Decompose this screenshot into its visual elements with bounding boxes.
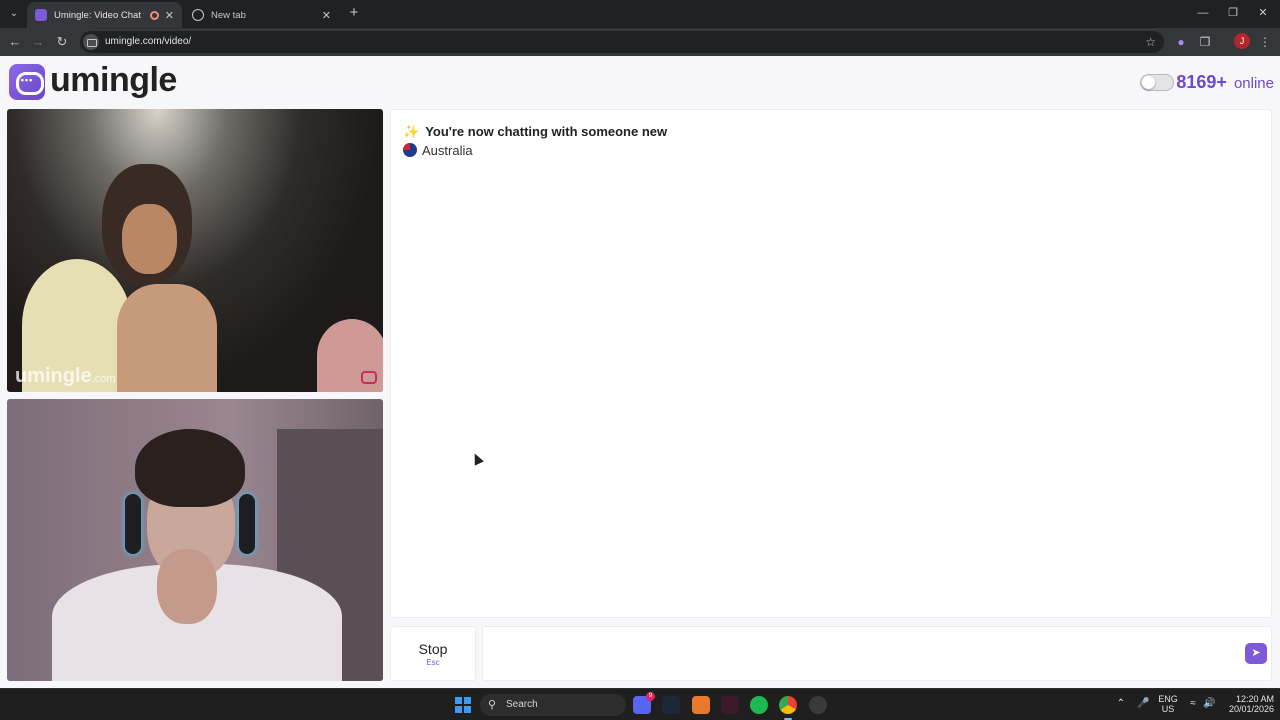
steam-icon[interactable] bbox=[662, 696, 680, 714]
recording-icon bbox=[149, 10, 159, 20]
clock-date: 20/01/2026 bbox=[1228, 704, 1274, 714]
language-code: ENG bbox=[1158, 694, 1178, 704]
restore-icon[interactable]: ❐ bbox=[1223, 4, 1243, 22]
tab-title: Umingle: Video Chat with S bbox=[54, 9, 144, 21]
video-watermark: umingle.com bbox=[15, 365, 116, 388]
wifi-icon[interactable]: ≈ bbox=[1187, 698, 1199, 712]
stranger-body bbox=[117, 284, 217, 392]
tab-search-icon[interactable]: ⌄ bbox=[5, 5, 23, 23]
system-message-text: You're now chatting with someone new bbox=[425, 124, 668, 139]
clock-time: 12:20 AM bbox=[1235, 694, 1274, 704]
extension-icon[interactable]: ● bbox=[1172, 33, 1190, 51]
minimize-icon[interactable]: — bbox=[1193, 4, 1213, 22]
extensions-puzzle-icon[interactable]: ❒ bbox=[1196, 33, 1214, 51]
back-icon[interactable]: ← bbox=[6, 33, 24, 51]
online-counter: 8169+ online bbox=[1176, 72, 1274, 93]
stop-shortcut-hint: Esc bbox=[426, 658, 440, 667]
forward-icon[interactable]: → bbox=[29, 33, 47, 51]
stop-button[interactable]: Stop Esc bbox=[390, 626, 476, 681]
menu-kebab-icon[interactable]: ⋮ bbox=[1256, 33, 1274, 51]
site-logo-text[interactable]: umingle bbox=[50, 61, 177, 100]
site-info-icon[interactable] bbox=[83, 34, 99, 50]
microphone-icon[interactable]: 🎤 bbox=[1137, 698, 1149, 712]
clock[interactable]: 12:20 AM 20/01/2026 bbox=[1222, 694, 1274, 716]
new-tab-button[interactable]: + bbox=[345, 4, 363, 22]
umingle-favicon-icon bbox=[35, 9, 47, 21]
country-name: Australia bbox=[422, 143, 473, 158]
report-flag-icon[interactable] bbox=[361, 371, 377, 384]
headphone-left bbox=[125, 494, 141, 554]
send-arrow-icon[interactable]: ➤ bbox=[1245, 643, 1267, 664]
message-input[interactable] bbox=[482, 626, 1272, 681]
self-video bbox=[7, 399, 383, 681]
online-label: online bbox=[1233, 75, 1274, 92]
language-indicator[interactable]: ENG US bbox=[1155, 694, 1181, 716]
reload-icon[interactable]: ↻ bbox=[53, 33, 71, 51]
taskbar-search-label: Search bbox=[506, 699, 538, 710]
address-bar[interactable]: umingle.com/video/ ☆ bbox=[80, 31, 1164, 53]
windows-start-icon[interactable] bbox=[455, 697, 471, 713]
app-orange-icon[interactable] bbox=[692, 696, 710, 714]
bookmark-star-icon[interactable]: ☆ bbox=[1145, 31, 1156, 53]
stranger-video: umingle.com bbox=[7, 109, 383, 392]
stop-label: Stop bbox=[418, 641, 448, 657]
self-hand bbox=[157, 549, 217, 624]
app-clock-icon[interactable] bbox=[809, 696, 827, 714]
browser-tab-bar: ⌄ Umingle: Video Chat with S ✕ New tab ✕… bbox=[0, 0, 1280, 28]
umingle-page: umingle 8169+ online umingle.com ✨You're… bbox=[0, 56, 1280, 688]
windows-taskbar: ⚲ Search 9 ⌃ 🎤 ENG US ≈ 🔊 12:20 AM 20/01… bbox=[0, 688, 1280, 720]
spotify-icon[interactable] bbox=[750, 696, 768, 714]
stranger-country: Australia bbox=[403, 143, 473, 158]
search-icon: ⚲ bbox=[488, 699, 497, 711]
tab-new-tab[interactable]: New tab ✕ bbox=[184, 2, 339, 28]
sparkles-icon: ✨ bbox=[403, 124, 420, 139]
australia-flag-icon bbox=[403, 143, 417, 157]
tab-umingle[interactable]: Umingle: Video Chat with S ✕ bbox=[27, 2, 182, 28]
browser-toolbar: ← → ↻ umingle.com/video/ ☆ ● ❒ ⋮ bbox=[0, 28, 1280, 56]
tab-title: New tab bbox=[211, 9, 246, 21]
stranger-face bbox=[122, 204, 177, 274]
toggle-knob bbox=[1142, 76, 1155, 89]
chat-bubble-icon[interactable] bbox=[9, 64, 45, 100]
system-message: ✨ You're now chatting with someone new bbox=[403, 124, 667, 140]
region-code: US bbox=[1161, 704, 1175, 714]
discord-icon[interactable]: 9 bbox=[633, 692, 655, 714]
close-window-icon[interactable]: ✕ bbox=[1253, 4, 1273, 22]
taskbar-search[interactable]: ⚲ Search bbox=[480, 694, 626, 716]
chat-log[interactable]: ✨ You're now chatting with someone new Au… bbox=[390, 109, 1272, 618]
self-hair bbox=[135, 429, 245, 507]
profile-avatar[interactable]: J bbox=[1234, 33, 1250, 49]
notification-badge: 9 bbox=[646, 692, 655, 701]
volume-icon[interactable]: 🔊 bbox=[1203, 698, 1215, 712]
watermark-text: umingle bbox=[15, 365, 92, 387]
close-tab-icon[interactable]: ✕ bbox=[322, 9, 331, 22]
close-tab-icon[interactable]: ✕ bbox=[165, 9, 174, 22]
app-dark-icon[interactable] bbox=[721, 696, 739, 714]
globe-icon bbox=[192, 9, 204, 21]
watermark-tld: .com bbox=[91, 373, 116, 385]
theme-toggle[interactable] bbox=[1140, 74, 1174, 91]
chrome-icon[interactable] bbox=[779, 696, 797, 720]
headphone-right bbox=[239, 494, 255, 554]
chevron-up-icon[interactable]: ⌃ bbox=[1115, 698, 1127, 712]
url-text[interactable]: umingle.com/video/ bbox=[105, 31, 191, 53]
online-count: 8169+ bbox=[1176, 72, 1227, 92]
